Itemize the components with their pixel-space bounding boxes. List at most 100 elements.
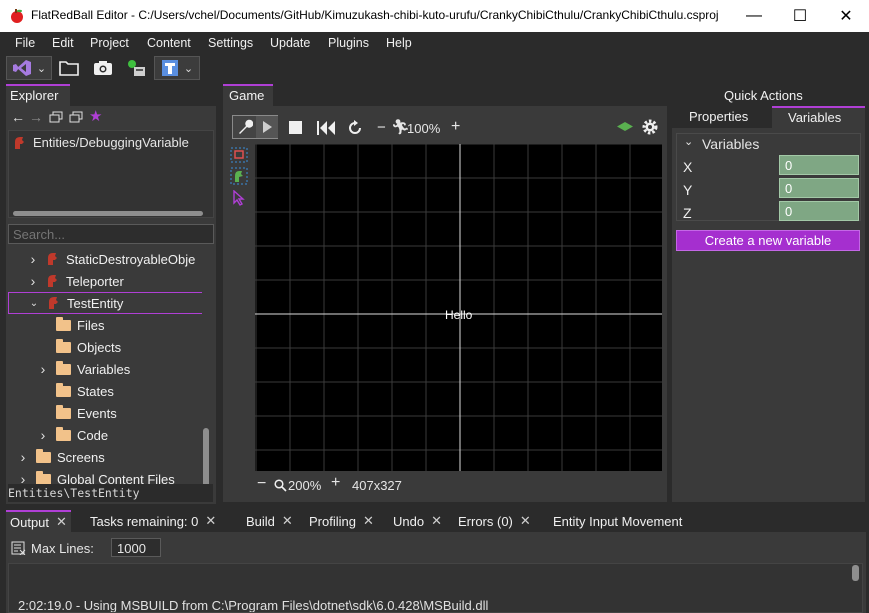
variable-value-input[interactable]: 0 xyxy=(779,201,859,221)
camera-icon xyxy=(94,61,112,75)
tab-variables[interactable]: Variables xyxy=(772,106,865,128)
back-arrow-icon[interactable]: ← xyxy=(11,109,25,125)
tree-item[interactable]: › Code xyxy=(8,424,202,446)
close-tab-icon[interactable]: ✕ xyxy=(363,513,374,529)
recent-item[interactable]: Entities/DebuggingVariable xyxy=(13,135,213,150)
minimize-button[interactable]: — xyxy=(731,0,777,32)
tab-game[interactable]: Game xyxy=(223,84,273,106)
tree-item-label: Files xyxy=(77,317,105,333)
recent-scrollbar[interactable] xyxy=(13,211,203,216)
tree-item[interactable]: › Teleporter xyxy=(8,270,202,292)
close-tab-icon[interactable]: ✕ xyxy=(282,513,293,529)
output-log[interactable]: 2:02:19.0 - Using MSBUILD from C:\Progra… xyxy=(8,563,863,613)
snap-icon[interactable] xyxy=(230,167,248,185)
chevron-right-icon[interactable]: › xyxy=(18,449,28,465)
log-scrollbar[interactable] xyxy=(852,565,859,581)
search-input[interactable] xyxy=(8,224,214,244)
zoom-out-button[interactable]: − xyxy=(257,475,266,493)
entity-icon xyxy=(15,136,24,149)
menu-settings[interactable]: Settings xyxy=(208,36,253,50)
game-body: − 🏃︎ 100% + Hello − 200% + 407x327 xyxy=(223,106,667,502)
forward-arrow-icon[interactable]: → xyxy=(29,109,43,125)
max-lines-input[interactable]: 1000 xyxy=(111,538,161,557)
output-panel: Output ✕ Tasks remaining: 0 ✕ Build ✕ Profilin… xyxy=(6,510,869,613)
zoom-in-button[interactable]: + xyxy=(331,474,340,492)
close-tab-icon[interactable]: ✕ xyxy=(205,513,216,529)
visual-studio-dropdown[interactable]: ⌄ xyxy=(6,56,52,80)
tree-item[interactable]: ⌄ TestEntity xyxy=(8,292,202,314)
menu-project[interactable]: Project xyxy=(90,36,129,50)
pointer-cursor-icon[interactable] xyxy=(232,190,246,206)
chevron-right-icon[interactable]: › xyxy=(28,273,38,289)
layers-icon[interactable] xyxy=(616,121,634,132)
folder-icon xyxy=(56,338,71,353)
clear-output-icon[interactable] xyxy=(11,541,26,555)
close-tab-icon[interactable]: ✕ xyxy=(520,513,531,529)
variable-value-input[interactable]: 0 xyxy=(779,155,859,175)
tree-item-label: Variables xyxy=(77,361,131,377)
speed-decrease-button[interactable]: − xyxy=(377,119,386,136)
menu-help[interactable]: Help xyxy=(386,36,412,50)
tree-item[interactable]: States xyxy=(8,380,202,402)
close-button[interactable]: ✕ xyxy=(823,0,869,32)
tab-explorer[interactable]: Explorer xyxy=(6,84,70,106)
variable-value-input[interactable]: 0 xyxy=(779,178,859,198)
tiled-dropdown[interactable]: ⌄ xyxy=(154,56,200,80)
tree-item[interactable]: Events xyxy=(8,402,202,424)
create-variable-button[interactable]: Create a new variable xyxy=(676,230,860,251)
folder-icon xyxy=(56,426,71,441)
tree-item[interactable]: › Variables xyxy=(8,358,202,380)
select-bounds-icon[interactable] xyxy=(230,147,248,163)
screenshot-button[interactable] xyxy=(92,56,114,80)
menu-content[interactable]: Content xyxy=(147,36,191,50)
bottom-tab[interactable]: Entity Input Movement xyxy=(549,510,686,532)
tree-item-label: Events xyxy=(77,405,117,421)
stop-button[interactable] xyxy=(289,121,302,134)
gear-icon[interactable] xyxy=(641,118,659,136)
menu-file[interactable]: File xyxy=(15,36,35,50)
chevron-down-icon[interactable]: ⌄ xyxy=(29,298,39,309)
tab-properties[interactable]: Properties xyxy=(672,106,772,128)
explorer-panel: Explorer ← → ★ Entities/DebuggingVariabl… xyxy=(6,84,216,504)
explorer-tree: › StaticDestroyableObje › Teleporter ⌄ TestEn… xyxy=(8,248,206,498)
maximize-button[interactable]: ☐ xyxy=(777,0,823,32)
chevron-down-icon: ⌄ xyxy=(36,62,47,75)
chevron-down-icon[interactable]: ⌄ xyxy=(684,135,693,148)
play-button[interactable] xyxy=(256,116,278,138)
tree-item[interactable]: › Screens xyxy=(8,446,202,468)
restart-icon[interactable] xyxy=(316,120,336,136)
variables-group-title: Variables xyxy=(702,136,760,152)
menu-update[interactable]: Update xyxy=(270,36,310,50)
log-line: 2:02:19.0 - Using MSBUILD from C:\Progra… xyxy=(18,598,489,613)
menu-plugins[interactable]: Plugins xyxy=(328,36,369,50)
bottom-tab[interactable]: Output ✕ xyxy=(6,510,71,532)
expand-all-icon[interactable] xyxy=(69,111,83,123)
chevron-right-icon[interactable]: › xyxy=(38,361,48,377)
bottom-tab[interactable]: Undo ✕ xyxy=(389,510,446,532)
window-title: FlatRedBall Editor - C:/Users/vchel/Docu… xyxy=(31,8,719,22)
bottom-tab-label: Tasks remaining: 0 xyxy=(90,513,199,529)
close-tab-icon[interactable]: ✕ xyxy=(431,513,442,529)
speed-increase-button[interactable]: + xyxy=(451,118,460,136)
close-tab-icon[interactable]: ✕ xyxy=(56,514,67,530)
reload-icon[interactable] xyxy=(346,119,364,137)
chevron-right-icon[interactable]: › xyxy=(38,427,48,443)
tree-item-label: Screens xyxy=(57,449,105,465)
title-bar: FlatRedBall Editor - C:/Users/vchel/Docu… xyxy=(0,0,869,32)
favorites-star-icon[interactable]: ★ xyxy=(89,107,102,125)
wrench-icon[interactable] xyxy=(236,119,253,136)
tree-item[interactable]: Files xyxy=(8,314,202,336)
tab-explorer-label: Explorer xyxy=(10,88,59,103)
collapse-all-icon[interactable] xyxy=(49,111,63,123)
recent-files-list: Entities/DebuggingVariable xyxy=(8,130,214,218)
build-tool-button[interactable] xyxy=(124,56,148,80)
tree-item[interactable]: Objects xyxy=(8,336,202,358)
bottom-tab[interactable]: Errors (0) ✕ xyxy=(454,510,535,532)
chevron-right-icon[interactable]: › xyxy=(28,251,38,267)
menu-edit[interactable]: Edit xyxy=(52,36,74,50)
bottom-tab[interactable]: Build ✕ xyxy=(242,510,297,532)
open-folder-button[interactable] xyxy=(58,56,80,80)
bottom-tab[interactable]: Tasks remaining: 0 ✕ xyxy=(86,510,220,532)
bottom-tab[interactable]: Profiling ✕ xyxy=(305,510,378,532)
tree-item[interactable]: › StaticDestroyableObje xyxy=(8,248,202,270)
